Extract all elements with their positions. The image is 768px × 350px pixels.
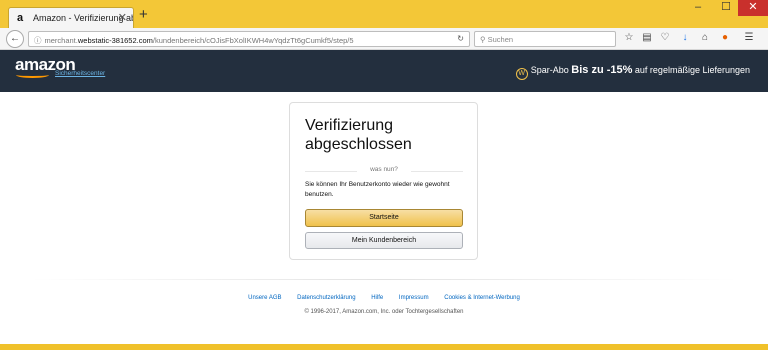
maximize-icon[interactable]: ☐ bbox=[714, 0, 738, 16]
browser-titlebar: a Amazon - Verifizierung ab... ✕ + – ☐ ✕ bbox=[0, 0, 768, 28]
page: amazon Sicherheitscenter W Spar-Abo Bis z… bbox=[0, 50, 768, 344]
info-icon[interactable]: ⓘ bbox=[34, 36, 42, 45]
url-domain: webstatic-381652.com bbox=[77, 36, 153, 45]
search-input[interactable]: ⚲ Suchen bbox=[474, 31, 616, 47]
footer-links: Unsere AGB Datenschutzerklärung Hilfe Im… bbox=[0, 295, 768, 301]
reading-list-icon[interactable]: ▤ bbox=[640, 32, 654, 43]
amazon-favicon-icon: a bbox=[17, 12, 24, 24]
footer-divider bbox=[30, 279, 738, 280]
bookmark-star-icon[interactable]: ☆ bbox=[622, 32, 636, 43]
amazon-smile-icon bbox=[16, 72, 49, 78]
search-placeholder: Suchen bbox=[487, 35, 514, 44]
spar-abo-promo[interactable]: W Spar-Abo Bis zu -15% auf regelmäßige Li… bbox=[515, 64, 750, 80]
url-bar[interactable]: ⓘ merchant.webstatic-381652.com/kundenber… bbox=[28, 31, 470, 47]
security-center-link[interactable]: Sicherheitscenter bbox=[55, 70, 105, 77]
spar-abo-icon: W bbox=[515, 68, 528, 80]
download-icon[interactable]: ↓ bbox=[678, 32, 692, 43]
new-tab-icon[interactable]: + bbox=[139, 7, 148, 23]
card-message: Sie können Ihr Benutzerkonto wieder wie … bbox=[305, 181, 450, 198]
verification-card: Verifizierung abgeschlossen was nun? Sie… bbox=[289, 102, 478, 260]
tab-close-icon[interactable]: ✕ bbox=[118, 11, 127, 24]
browser-navbar: ← ⓘ merchant.webstatic-381652.com/kundenb… bbox=[0, 28, 768, 50]
firefox-account-icon[interactable]: ● bbox=[718, 32, 732, 43]
window-close-icon[interactable]: ✕ bbox=[738, 0, 768, 16]
footer-link-impressum[interactable]: Impressum bbox=[399, 295, 429, 301]
reload-icon[interactable]: ↻ bbox=[457, 34, 464, 43]
footer-link-hilfe[interactable]: Hilfe bbox=[371, 295, 383, 301]
site-header: amazon Sicherheitscenter W Spar-Abo Bis z… bbox=[0, 50, 768, 92]
promo-prefix: Spar-Abo bbox=[530, 65, 569, 75]
menu-icon[interactable]: ☰ bbox=[742, 32, 756, 43]
search-icon: ⚲ bbox=[480, 35, 486, 44]
promo-discount: Bis zu -15% bbox=[571, 64, 633, 76]
startseite-button[interactable]: Startseite bbox=[305, 209, 463, 227]
pocket-icon[interactable]: ♡ bbox=[658, 32, 672, 43]
window-bottom-border bbox=[0, 344, 768, 350]
footer-link-datenschutz[interactable]: Datenschutzerklärung bbox=[297, 295, 355, 301]
kundenbereich-button[interactable]: Mein Kundenbereich bbox=[305, 232, 463, 249]
footer-link-cookies[interactable]: Cookies & Internet-Werbung bbox=[444, 295, 520, 301]
divider-right bbox=[411, 171, 463, 172]
footer-link-agb[interactable]: Unsere AGB bbox=[248, 295, 281, 301]
card-title: Verifizierung abgeschlossen bbox=[305, 117, 412, 153]
minimize-icon[interactable]: – bbox=[686, 0, 710, 16]
url-prefix: merchant. bbox=[44, 36, 78, 45]
back-icon[interactable]: ← bbox=[6, 30, 24, 48]
url-path: /kundenbereich/cOJisFbXolIKWH4wYqdzTt6gC… bbox=[152, 36, 354, 45]
promo-suffix: auf regelmäßige Lieferungen bbox=[634, 65, 750, 75]
home-icon[interactable]: ⌂ bbox=[698, 32, 712, 43]
copyright: © 1996-2017, Amazon.com, Inc. oder Tocht… bbox=[304, 309, 464, 315]
browser-tab[interactable]: a Amazon - Verifizierung ab... ✕ bbox=[8, 7, 134, 28]
